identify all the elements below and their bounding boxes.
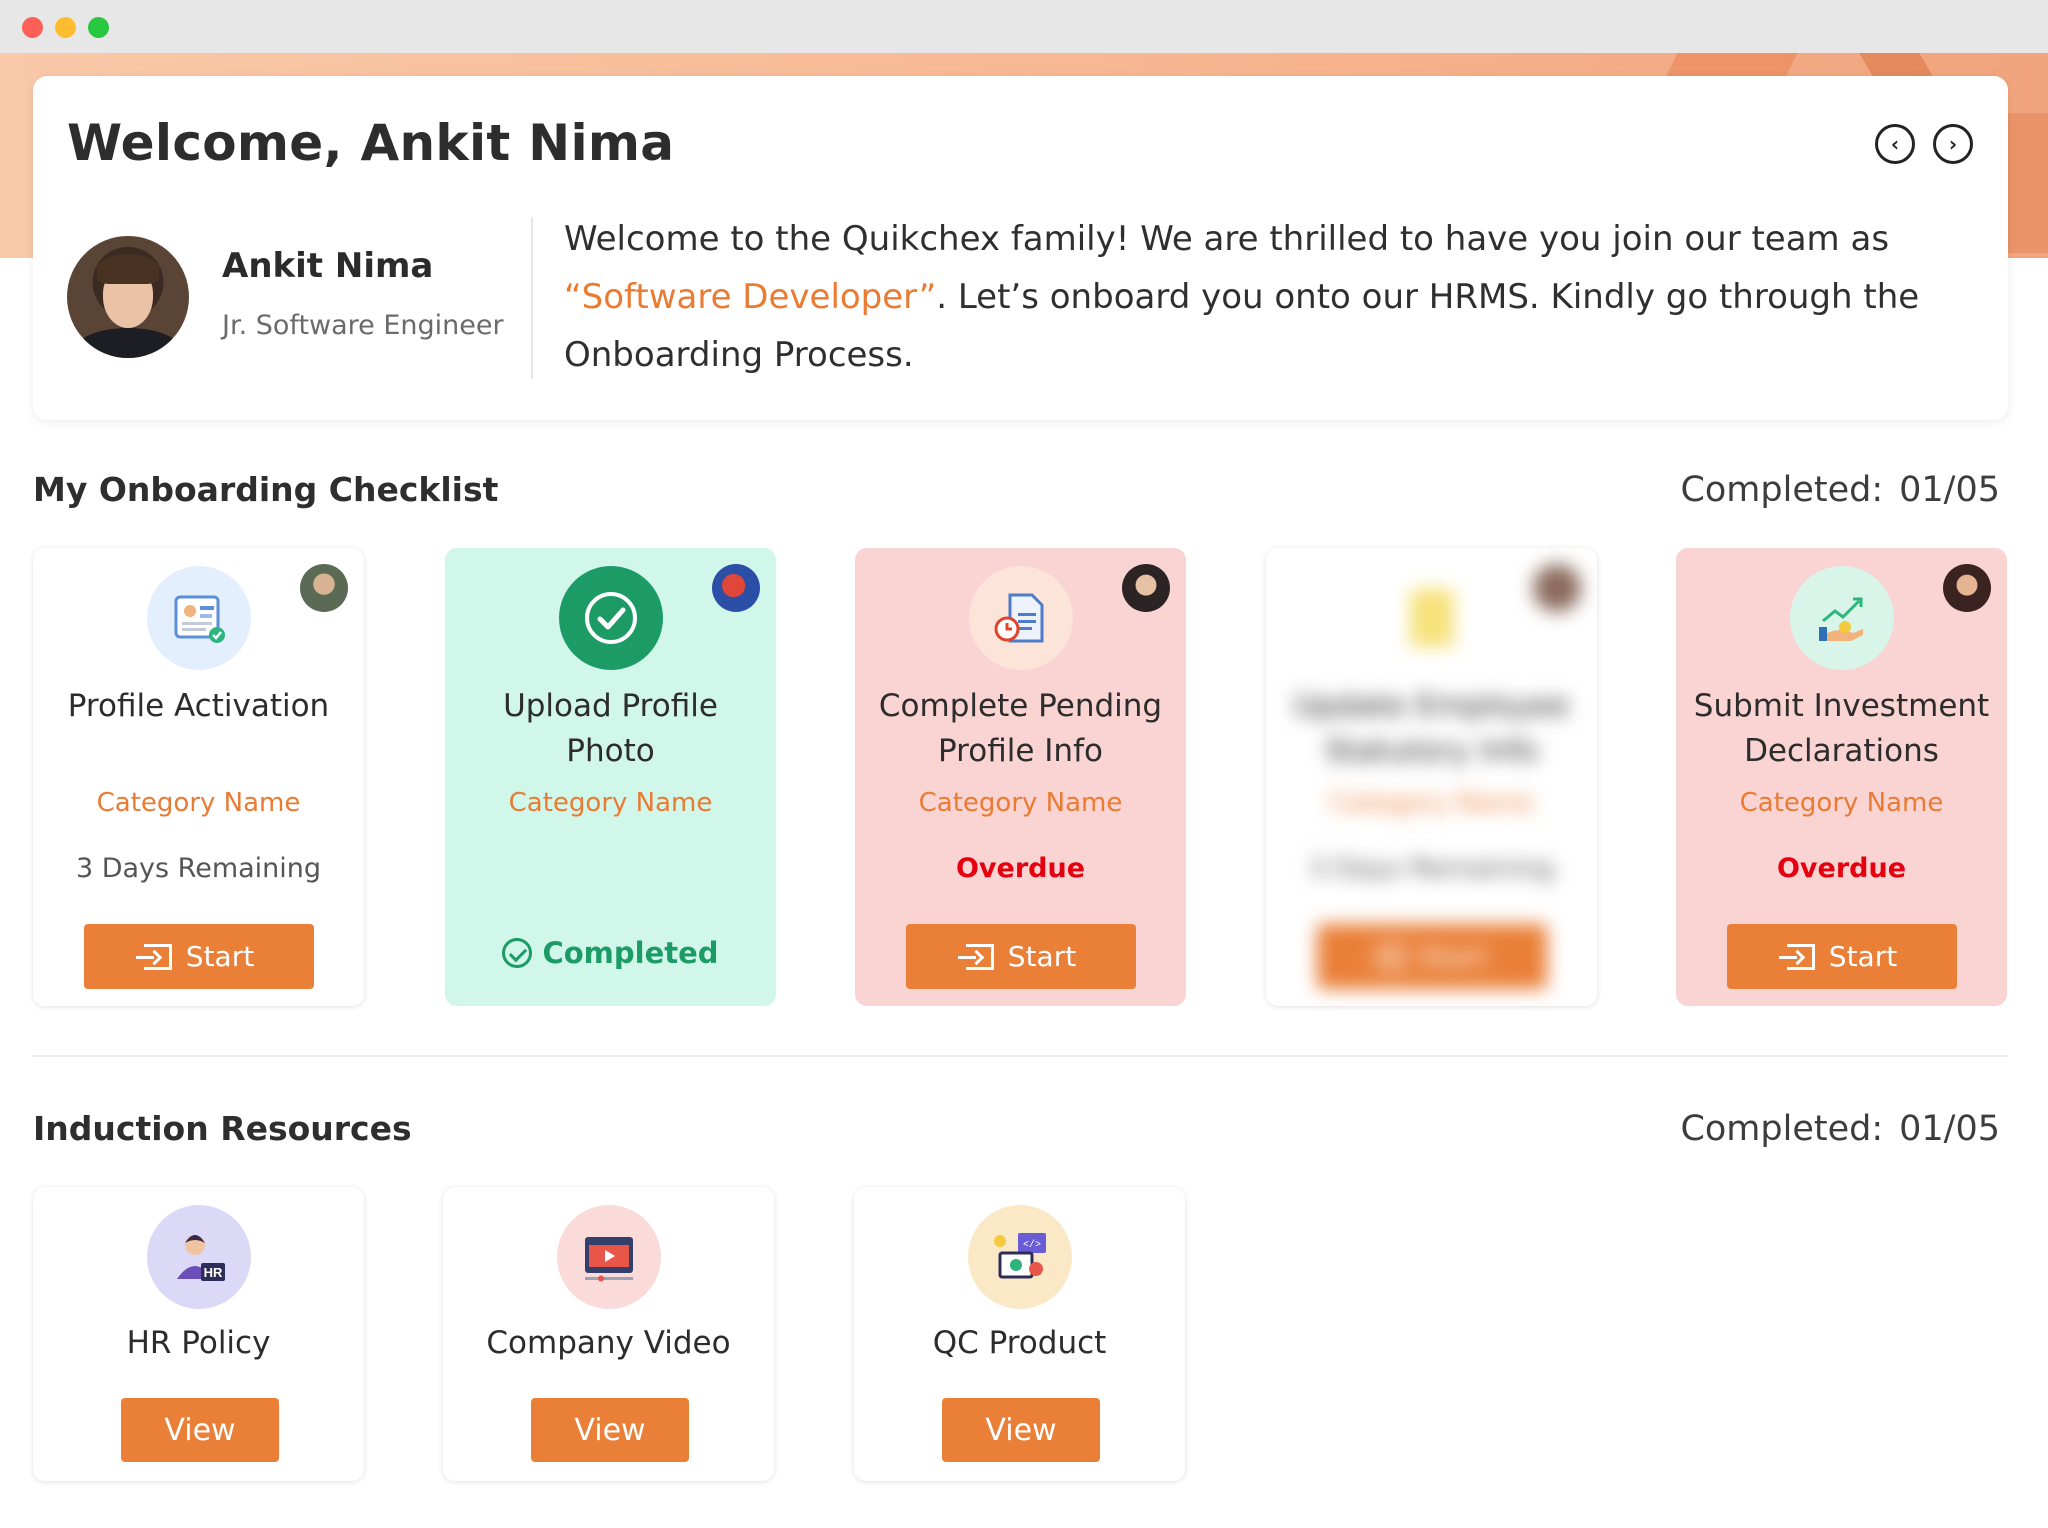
assignee-avatar bbox=[1943, 564, 1991, 612]
resource-card-qc-product[interactable]: </> QC Product View bbox=[854, 1187, 1185, 1481]
card-status: 3 Days Remaining bbox=[1308, 853, 1555, 884]
start-button[interactable]: Start bbox=[906, 924, 1136, 989]
resources-title: Induction Resources bbox=[33, 1109, 412, 1148]
investment-growth-icon bbox=[1790, 566, 1894, 670]
enter-icon bbox=[957, 943, 994, 970]
checklist-card-upload-profile-photo[interactable]: Upload Profile Photo Category Name Compl… bbox=[445, 548, 776, 1006]
resource-card-hr-policy[interactable]: HR HR Policy View bbox=[33, 1187, 364, 1481]
card-category: Category Name bbox=[1739, 788, 1944, 818]
card-category: Category Name bbox=[1329, 788, 1534, 818]
welcome-card: Welcome, Ankit Nima ‹ › Ankit Nima Jr. S… bbox=[33, 76, 2008, 420]
card-title: QC Product bbox=[932, 1325, 1107, 1361]
card-category: Category Name bbox=[96, 788, 301, 818]
close-window-button[interactable] bbox=[22, 17, 43, 38]
card-category: Category Name bbox=[508, 788, 713, 818]
user-name: Ankit Nima bbox=[222, 246, 434, 286]
svg-text:HR: HR bbox=[204, 1265, 223, 1280]
card-title: Company Video bbox=[486, 1325, 731, 1361]
start-button[interactable]: Start bbox=[1727, 924, 1957, 989]
card-title: HR Policy bbox=[126, 1325, 271, 1361]
next-button[interactable]: › bbox=[1933, 124, 1973, 164]
resources-completed-count: Completed: 01/05 bbox=[1680, 1109, 2000, 1149]
chevron-left-icon: ‹ bbox=[1890, 132, 1900, 156]
enter-icon bbox=[1368, 943, 1405, 970]
assignee-avatar bbox=[712, 564, 760, 612]
view-button[interactable]: View bbox=[942, 1398, 1100, 1462]
role-highlight: “Software Developer” bbox=[564, 277, 937, 317]
assignee-avatar bbox=[1533, 564, 1581, 612]
note-icon bbox=[1380, 566, 1484, 670]
card-category: Category Name bbox=[918, 788, 1123, 818]
card-status: Overdue bbox=[955, 853, 1086, 884]
view-button[interactable]: View bbox=[531, 1398, 689, 1462]
user-role: Jr. Software Engineer bbox=[222, 310, 504, 341]
assignee-avatar bbox=[1122, 564, 1170, 612]
card-title: Profile Activation bbox=[67, 688, 330, 724]
document-clock-icon bbox=[969, 566, 1073, 670]
checklist-card-complete-pending-profile-info[interactable]: Complete Pending Profile Info Category N… bbox=[855, 548, 1186, 1006]
start-button[interactable]: Start bbox=[1317, 924, 1547, 989]
check-circle-icon bbox=[559, 566, 663, 670]
video-player-icon bbox=[557, 1205, 661, 1309]
page-title: Welcome, Ankit Nima bbox=[67, 114, 675, 172]
checklist-title: My Onboarding Checklist bbox=[33, 470, 499, 509]
hr-person-icon: HR bbox=[147, 1205, 251, 1309]
divider bbox=[531, 217, 533, 379]
card-title: Update Employee Statutory Info bbox=[1293, 688, 1570, 769]
avatar bbox=[67, 236, 189, 358]
card-status: Overdue bbox=[1776, 853, 1907, 884]
welcome-message: Welcome to the Quikchex family! We are t… bbox=[564, 219, 1920, 375]
card-title: Submit Investment Declarations bbox=[1693, 688, 1990, 769]
assignee-avatar bbox=[300, 564, 348, 612]
card-title: Upload Profile Photo bbox=[503, 688, 718, 769]
chevron-right-icon: › bbox=[1948, 132, 1958, 156]
view-button[interactable]: View bbox=[121, 1398, 279, 1462]
profile-card-icon bbox=[147, 566, 251, 670]
checklist-card-submit-investment-declarations[interactable]: Submit Investment Declarations Category … bbox=[1676, 548, 2007, 1006]
maximize-window-button[interactable] bbox=[88, 17, 109, 38]
checklist-card-profile-activation[interactable]: Profile Activation Category Name 3 Days … bbox=[33, 548, 364, 1006]
card-title: Complete Pending Profile Info bbox=[878, 688, 1163, 769]
checklist-card-blurred[interactable]: Update Employee Statutory Info Category … bbox=[1266, 548, 1597, 1006]
section-divider bbox=[33, 1055, 2008, 1057]
check-icon bbox=[502, 938, 533, 968]
minimize-window-button[interactable] bbox=[55, 17, 76, 38]
checklist-completed-count: Completed: 01/05 bbox=[1680, 470, 2000, 510]
card-status: 3 Days Remaining bbox=[75, 853, 322, 884]
resource-card-company-video[interactable]: Company Video View bbox=[443, 1187, 774, 1481]
previous-button[interactable]: ‹ bbox=[1875, 124, 1915, 164]
product-code-icon: </> bbox=[968, 1205, 1072, 1309]
enter-icon bbox=[135, 943, 172, 970]
window-titlebar bbox=[0, 0, 2048, 53]
enter-icon bbox=[1778, 943, 1815, 970]
completed-status: Completed bbox=[445, 936, 776, 970]
svg-text:</>: </> bbox=[1023, 1239, 1041, 1251]
start-button[interactable]: Start bbox=[84, 924, 314, 989]
